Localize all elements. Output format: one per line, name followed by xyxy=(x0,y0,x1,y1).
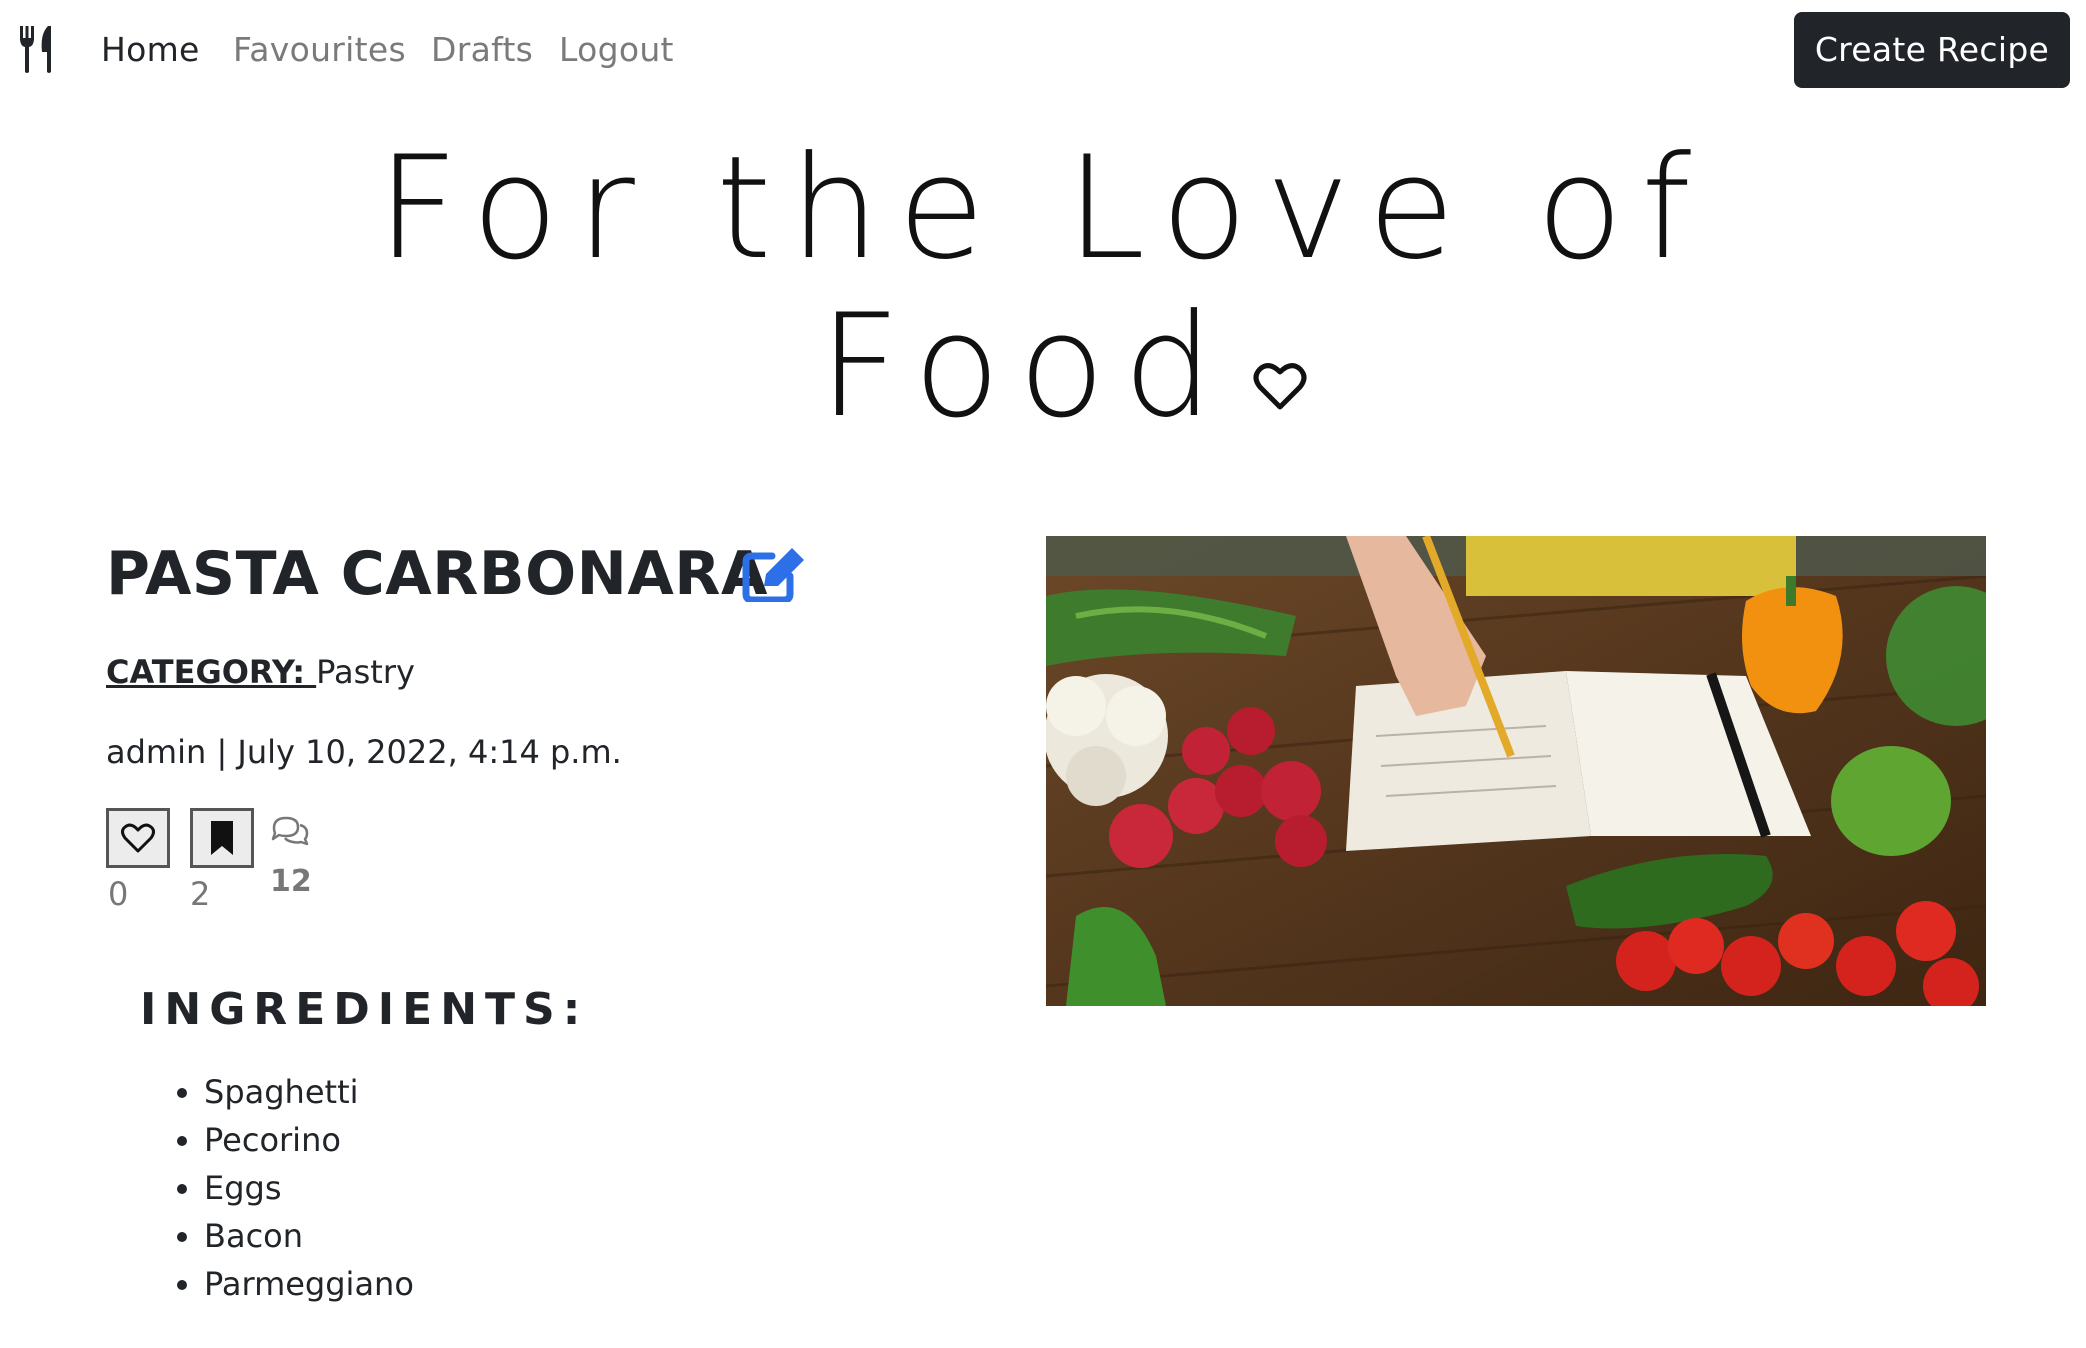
recipe-category: CATEGORY: Pastry xyxy=(106,650,415,694)
bookmark-button[interactable] xyxy=(190,808,254,868)
edit-icon[interactable] xyxy=(742,546,806,602)
saves-count: 2 xyxy=(190,875,211,913)
recipe-detail-page: Home Favourites Drafts Logout Create Rec… xyxy=(0,0,2086,1348)
comments-count: 12 xyxy=(270,864,312,899)
category-value: Pastry xyxy=(316,653,415,691)
create-recipe-button[interactable]: Create Recipe xyxy=(1794,12,2070,88)
heart-outline-icon xyxy=(121,823,155,853)
ingredients-heading: INGREDIENTS: xyxy=(140,984,589,1035)
nav-logout[interactable]: Logout xyxy=(559,27,674,73)
like-button[interactable] xyxy=(106,808,170,868)
utensils-icon[interactable] xyxy=(18,26,58,74)
site-title-word: Food xyxy=(818,284,1232,449)
likes-count: 0 xyxy=(108,875,129,913)
nav-home[interactable]: Home xyxy=(101,27,200,73)
ingredients-list: Spaghetti Pecorino Eggs Bacon Parmeggian… xyxy=(204,1068,414,1308)
comments-icon[interactable] xyxy=(270,814,310,848)
nav-drafts[interactable]: Drafts xyxy=(431,27,533,73)
recipe-title: PASTA CARBONARA xyxy=(106,539,768,609)
site-title-line-1: For the Love of xyxy=(376,126,1710,291)
bookmark-icon xyxy=(211,821,233,855)
ingredient-item: Eggs xyxy=(204,1164,414,1212)
ingredient-item: Spaghetti xyxy=(204,1068,414,1116)
ingredient-item: Pecorino xyxy=(204,1116,414,1164)
site-title-line-2: Food xyxy=(0,288,2086,446)
recipe-image xyxy=(1046,536,1986,1006)
ingredient-item: Bacon xyxy=(204,1212,414,1260)
ingredient-item: Parmeggiano xyxy=(204,1260,414,1308)
heart-outline-icon xyxy=(1253,363,1307,410)
recipe-meta: admin | July 10, 2022, 4:14 p.m. xyxy=(106,733,622,771)
nav-favourites[interactable]: Favourites xyxy=(233,27,406,73)
site-title: For the Love of Food xyxy=(0,130,2086,446)
category-label[interactable]: CATEGORY: xyxy=(106,653,316,691)
